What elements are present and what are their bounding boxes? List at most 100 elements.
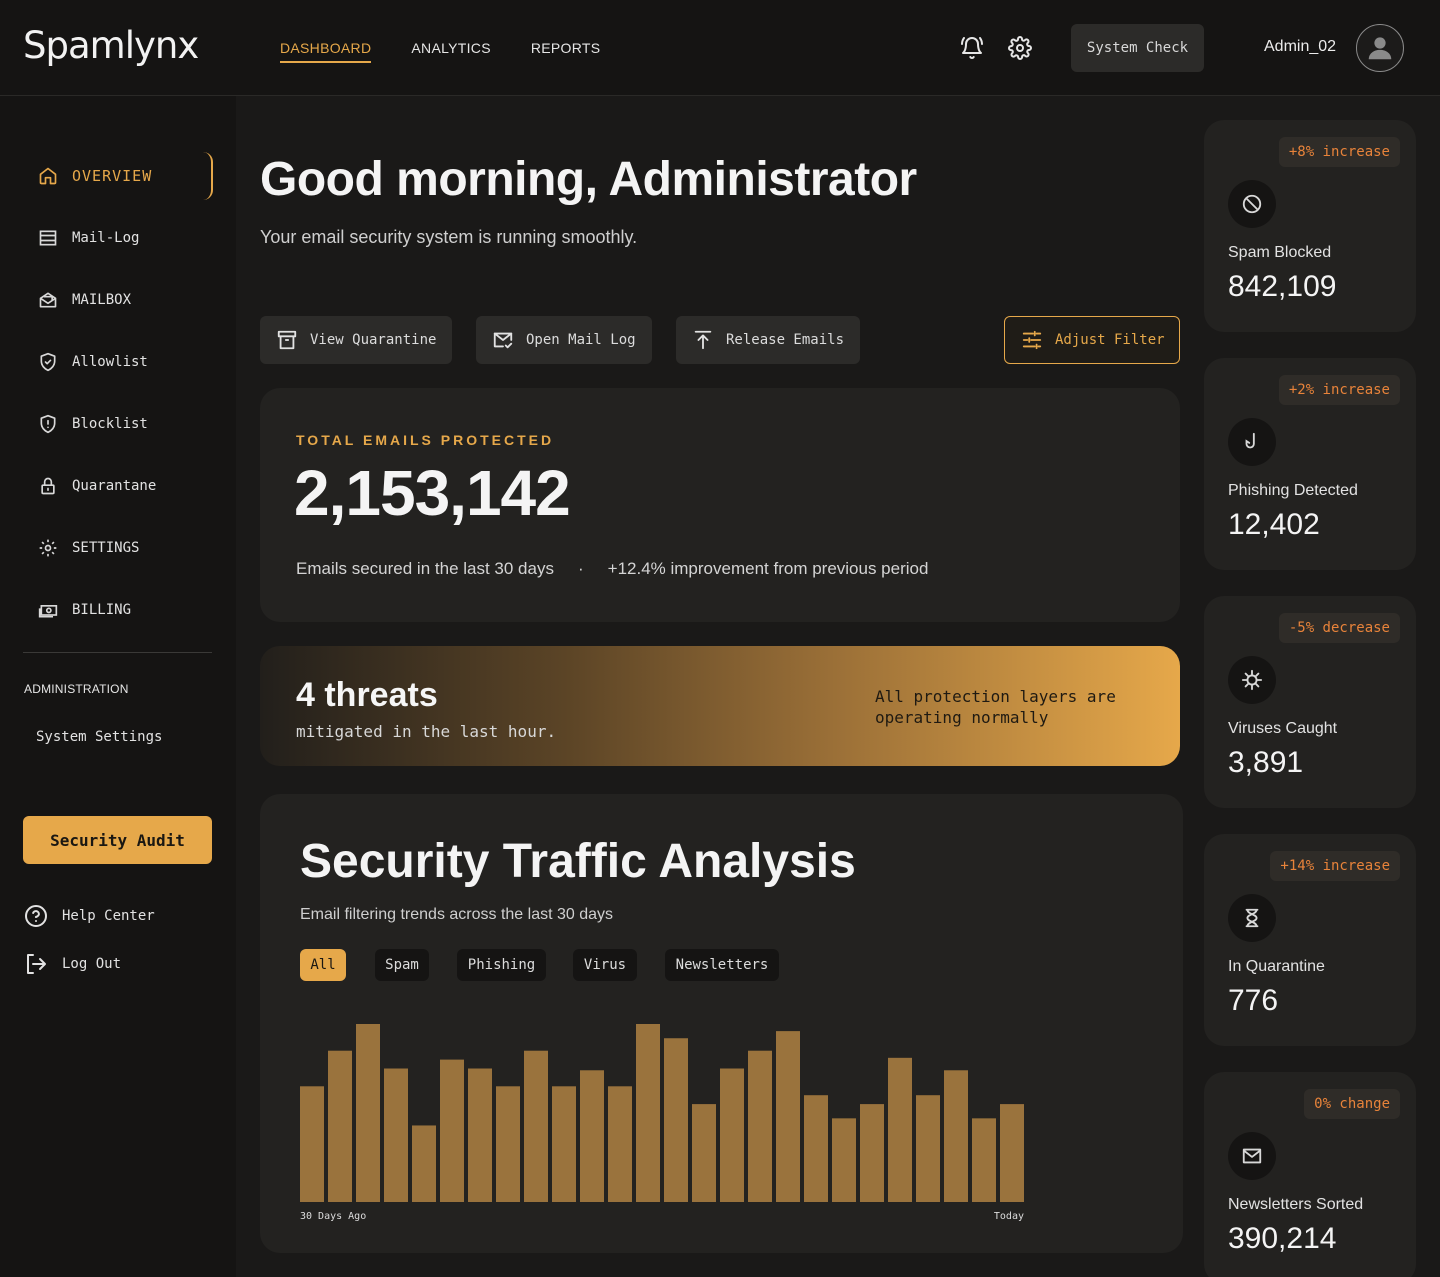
bell-icon[interactable]: [960, 36, 984, 60]
stat-value: 776: [1228, 984, 1279, 1017]
chart-bar-22: [888, 1057, 912, 1202]
chart-bar-23: [916, 1095, 940, 1202]
envelope-icon: [1228, 1132, 1276, 1180]
user-name[interactable]: Admin_02: [1264, 38, 1336, 56]
user-avatar-icon[interactable]: [1356, 24, 1404, 72]
sidebar-item-billing[interactable]: BILLING: [24, 586, 213, 634]
sidebar-item-mailbox[interactable]: MAILBOX: [24, 276, 213, 324]
stat-card-newsletters-sorted: 0% change Newsletters Sorted 390,214: [1204, 1072, 1416, 1277]
sidebar-item-allowlist[interactable]: Allowlist: [24, 338, 213, 386]
traffic-bar-chart: 30 Days Ago Today: [300, 1024, 1024, 1222]
chart-bar-16: [720, 1068, 744, 1202]
sidebar-item-quarantane[interactable]: Quarantane: [24, 462, 213, 510]
sidebar-item-overview[interactable]: OVERVIEW: [24, 152, 213, 200]
threat-subtitle: mitigated in the last hour.: [296, 722, 557, 741]
chart-bar-21: [860, 1104, 884, 1202]
log-out-link[interactable]: Log Out: [24, 952, 121, 976]
sidebar-item-settings[interactable]: SETTINGS: [24, 524, 213, 572]
stat-value: 842,109: [1228, 270, 1337, 303]
sidebar-item-label: BILLING: [72, 602, 132, 618]
stat-card-in-quarantine: +14% increase In Quarantine 776: [1204, 834, 1416, 1046]
nav-analytics[interactable]: ANALYTICS: [411, 40, 490, 63]
x-end-label: Today: [994, 1211, 1024, 1222]
x-start-label: 30 Days Ago: [300, 1211, 366, 1222]
chart-bar-15: [692, 1104, 716, 1202]
chart-bar-14: [664, 1038, 688, 1202]
adjust-filter-label: Adjust Filter: [1055, 332, 1165, 348]
filter-chip-virus[interactable]: Virus: [573, 949, 637, 981]
total-separator: ·: [577, 559, 584, 578]
total-emails-card: TOTAL EMAILS PROTECTED 2,153,142 Emails …: [260, 388, 1180, 622]
filter-chip-all[interactable]: All: [300, 949, 346, 981]
chart-bar-9: [524, 1050, 548, 1202]
release-emails-label: Release Emails: [726, 332, 845, 348]
virus-icon: [1228, 656, 1276, 704]
traffic-analysis-card: Security Traffic Analysis Email filterin…: [260, 794, 1183, 1253]
threat-banner: 4 threats mitigated in the last hour. Al…: [260, 646, 1180, 766]
stat-label: Spam Blocked: [1228, 244, 1332, 261]
view-quarantine-label: View Quarantine: [310, 332, 437, 348]
total-emails-footer: Emails secured in the last 30 days · +12…: [296, 559, 928, 579]
release-emails-button[interactable]: Release Emails: [676, 316, 860, 364]
nav-dashboard[interactable]: DASHBOARD: [280, 40, 372, 63]
adjust-filter-button[interactable]: Adjust Filter: [1004, 316, 1180, 364]
stat-card-phishing-detected: +2% increase Phishing Detected 12,402: [1204, 358, 1416, 570]
sidebar-item-label: Mail-Log: [72, 230, 140, 246]
shield-check-icon: [40, 352, 56, 372]
filter-chip-spam[interactable]: Spam: [375, 949, 429, 981]
stat-badge: +8% increase: [1278, 137, 1400, 167]
chart-bar-11: [580, 1070, 604, 1202]
stat-badge: +2% increase: [1278, 375, 1400, 405]
threat-count: 4 threats: [296, 676, 438, 714]
sidebar-divider: [23, 652, 212, 653]
brand-logo[interactable]: Spamlynx: [23, 24, 199, 67]
view-quarantine-button[interactable]: View Quarantine: [260, 316, 452, 364]
sidebar-item-label: MAILBOX: [72, 292, 132, 308]
stat-card-viruses-caught: -5% decrease Viruses Caught 3,891: [1204, 596, 1416, 808]
total-emails-value: 2,153,142: [294, 457, 571, 529]
stat-card-spam-blocked: +8% increase Spam Blocked 842,109: [1204, 120, 1416, 332]
stat-value: 3,891: [1228, 746, 1304, 779]
sidebar-item-system-settings[interactable]: System Settings: [36, 729, 162, 745]
filter-chip-phishing[interactable]: Phishing: [457, 949, 546, 981]
help-center-label: Help Center: [62, 908, 155, 924]
log-out-icon: [27, 954, 46, 974]
stat-badge: -5% decrease: [1278, 613, 1400, 643]
lock-icon: [41, 477, 55, 495]
help-center-link[interactable]: Help Center: [24, 904, 155, 928]
gear-icon: [39, 539, 57, 557]
hourglass-icon: [1228, 894, 1276, 942]
sidebar-item-label: SETTINGS: [72, 540, 140, 556]
nav-reports[interactable]: REPORTS: [531, 40, 601, 63]
shield-alert-icon: [40, 414, 56, 434]
filter-chip-newsletters[interactable]: Newsletters: [665, 949, 779, 981]
chart-bar-7: [468, 1068, 492, 1202]
sidebar-item-label: Allowlist: [72, 354, 148, 370]
stat-label: Phishing Detected: [1228, 482, 1358, 499]
protection-status: All protection layers are operating norm…: [875, 687, 1116, 727]
chart-bar-5: [412, 1125, 436, 1202]
chart-bar-18: [776, 1031, 800, 1202]
system-check-button[interactable]: System Check: [1071, 24, 1204, 72]
chart-bar-4: [384, 1068, 408, 1202]
chart-bar-8: [496, 1086, 520, 1202]
sidebar-item-blocklist[interactable]: Blocklist: [24, 400, 213, 448]
gear-icon[interactable]: [1008, 36, 1032, 60]
stat-label: In Quarantine: [1228, 958, 1325, 975]
chart-bar-17: [748, 1050, 772, 1202]
open-mail-log-button[interactable]: Open Mail Log: [476, 316, 652, 364]
mail-check-icon: [493, 332, 513, 349]
chart-bar-2: [328, 1050, 352, 1202]
ban-icon: [1228, 180, 1276, 228]
log-out-label: Log Out: [62, 956, 122, 972]
security-audit-button[interactable]: Security Audit: [23, 816, 212, 864]
top-header: Spamlynx DASHBOARD ANALYTICS REPORTS Sys…: [0, 0, 1440, 96]
inbox-icon: [39, 230, 57, 246]
traffic-title: Security Traffic Analysis: [300, 835, 856, 888]
archive-icon: [277, 330, 297, 350]
sliders-icon: [1022, 330, 1042, 350]
page-subtitle: Your email security system is running sm…: [260, 227, 638, 247]
sidebar-item-label: Quarantane: [72, 478, 157, 494]
sidebar-item-mail-log[interactable]: Mail-Log: [24, 214, 213, 262]
stat-badge: 0% change: [1304, 1089, 1400, 1119]
